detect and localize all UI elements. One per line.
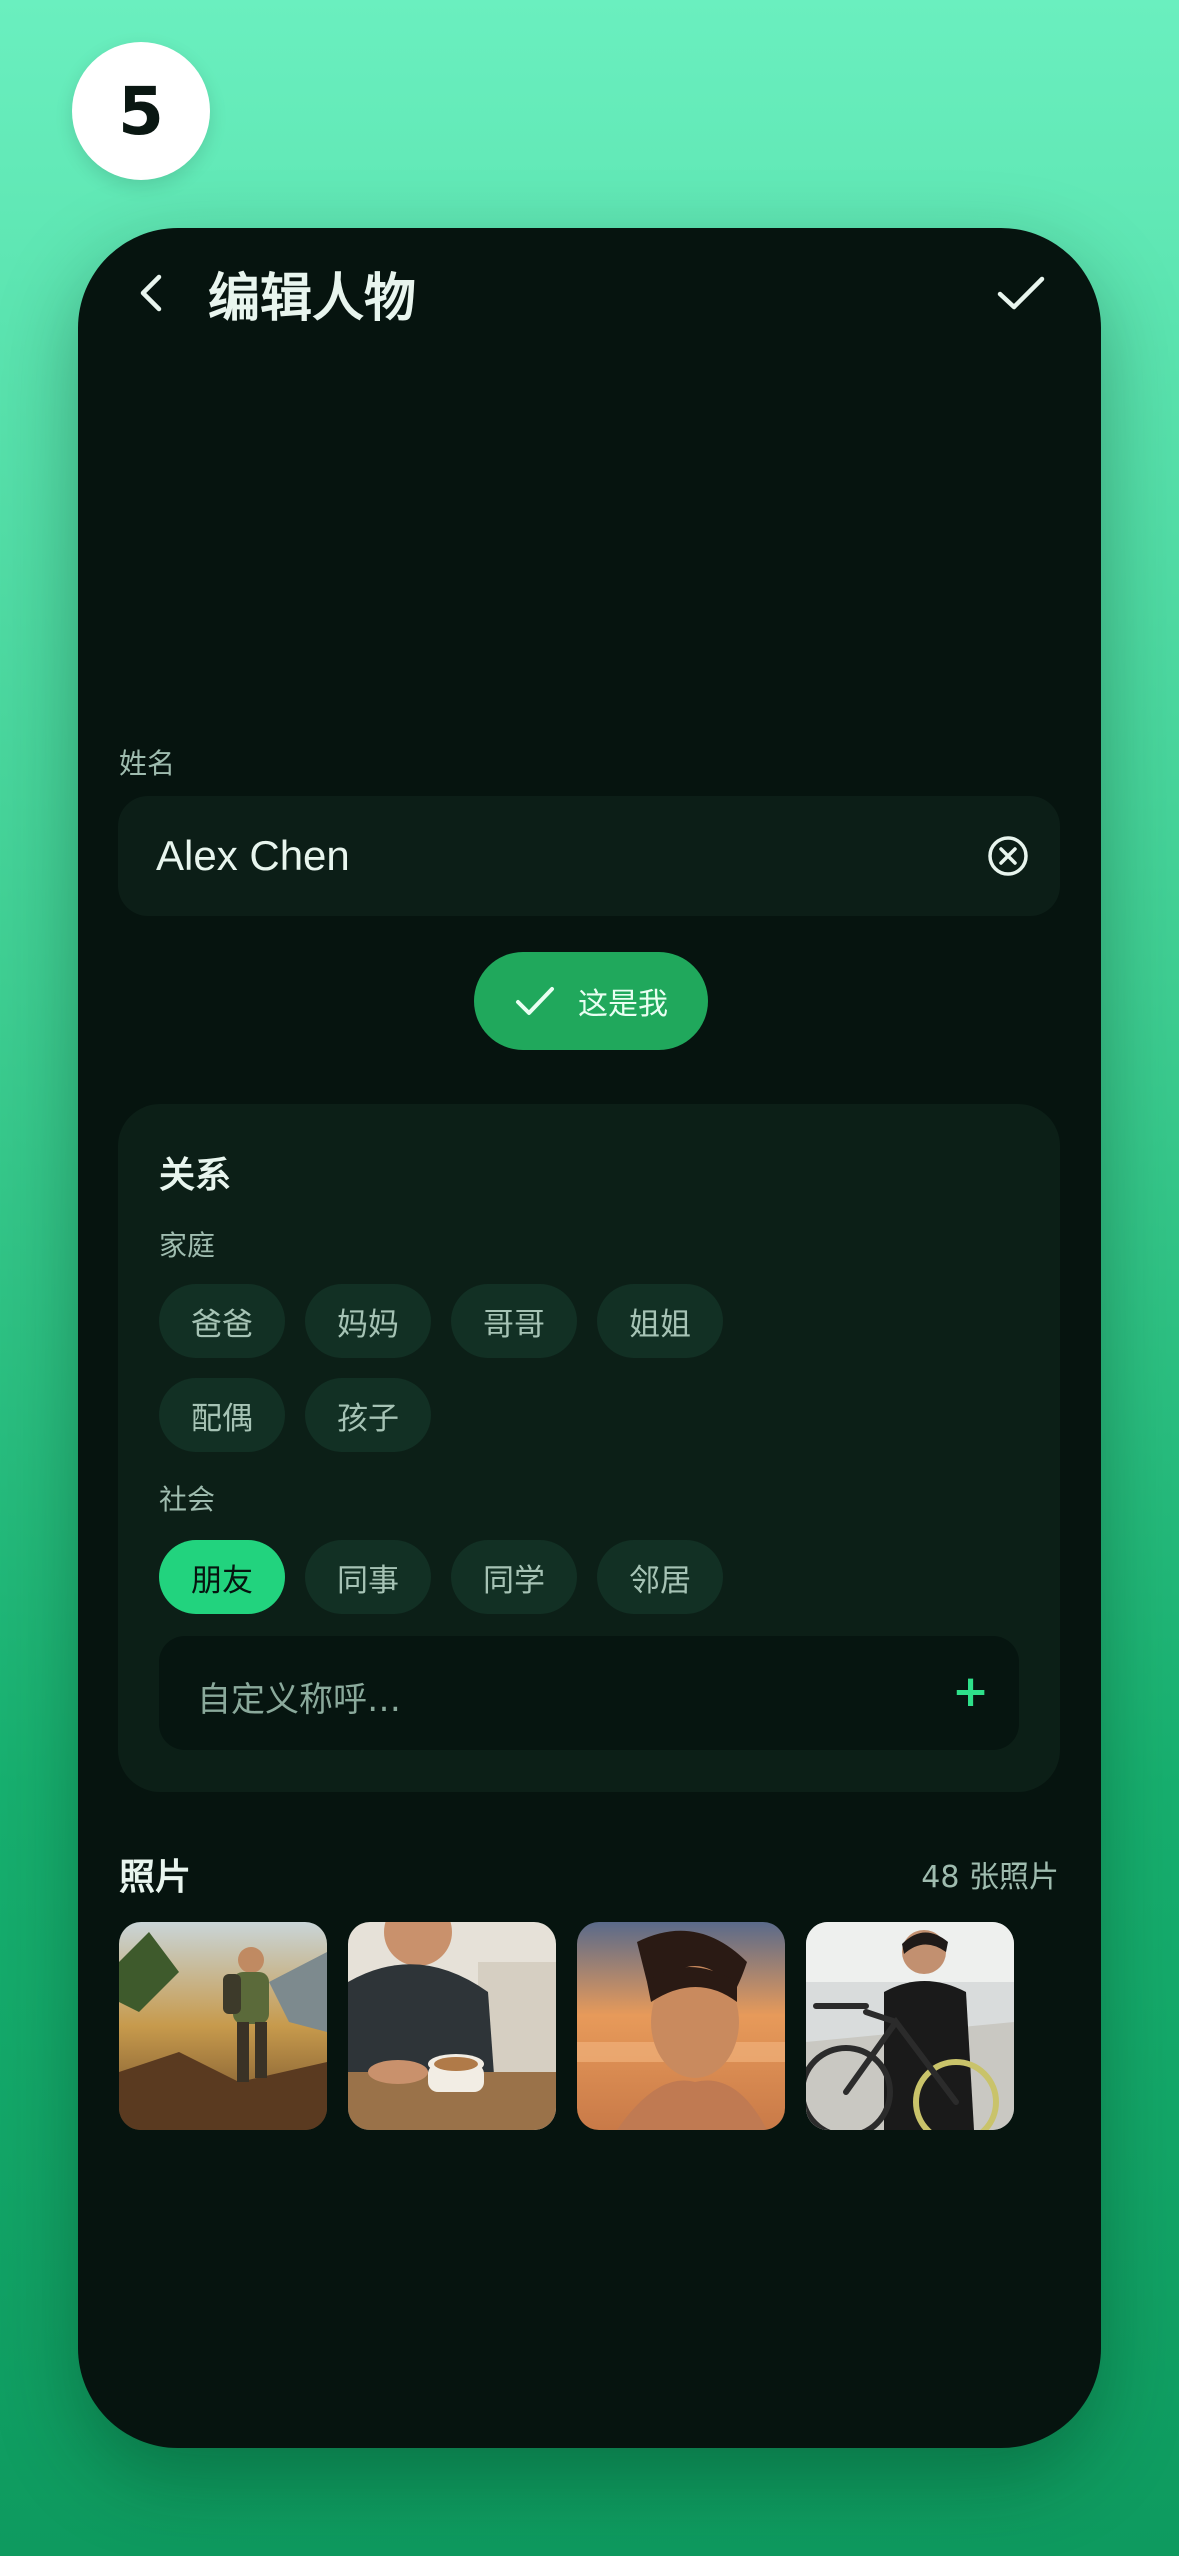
chip-child[interactable]: 孩子 — [305, 1378, 431, 1452]
step-badge: 5 — [72, 42, 210, 180]
phone-screen: 编辑人物 姓名 Alex Chen 这是我 关系 家庭 爸爸 妈妈 哥哥 姐姐 … — [78, 228, 1101, 2448]
chevron-left-icon — [140, 274, 162, 312]
custom-relation-placeholder: 自定义称呼… — [197, 1680, 401, 1720]
custom-relation-input[interactable]: 自定义称呼… + — [159, 1636, 1019, 1750]
chip-colleague[interactable]: 同事 — [305, 1540, 431, 1614]
chip-mom[interactable]: 妈妈 — [305, 1284, 431, 1358]
this-is-me-label: 这是我 — [578, 987, 668, 1022]
photo-coffee[interactable] — [348, 1922, 556, 2130]
chip-neighbor[interactable]: 邻居 — [597, 1540, 723, 1614]
this-is-me-button[interactable]: 这是我 — [474, 952, 708, 1050]
name-value[interactable]: Alex Chen — [156, 832, 350, 880]
social-label: 社会 — [159, 1483, 216, 1516]
name-field[interactable]: Alex Chen — [118, 796, 1060, 916]
photo-bicycle[interactable] — [806, 1922, 1014, 2130]
chip-older-brother[interactable]: 哥哥 — [451, 1284, 577, 1358]
confirm-button[interactable] — [981, 258, 1061, 328]
clear-circle-icon — [988, 836, 1028, 876]
page-title: 编辑人物 — [208, 269, 417, 329]
coffee-photo-image — [348, 1922, 556, 2130]
photos-title: 照片 — [119, 1857, 192, 1898]
name-label: 姓名 — [119, 747, 176, 780]
bicycle-photo-image — [806, 1922, 1014, 2130]
back-button[interactable] — [118, 258, 188, 328]
check-icon — [516, 987, 554, 1015]
beach-sunset-photo-image — [577, 1922, 785, 2130]
chip-older-sister[interactable]: 姐姐 — [597, 1284, 723, 1358]
hiking-photo-image — [119, 1922, 327, 2130]
clear-name-button[interactable] — [986, 834, 1030, 878]
chip-classmate[interactable]: 同学 — [451, 1540, 577, 1614]
relationship-card: 关系 家庭 爸爸 妈妈 哥哥 姐姐 配偶 孩子 社会 朋友 同事 同学 邻居 自… — [118, 1104, 1060, 1792]
chip-friend[interactable]: 朋友 — [159, 1540, 285, 1614]
photos-count[interactable]: 48 张照片 — [921, 1852, 1059, 1896]
relationship-title: 关系 — [159, 1155, 232, 1196]
chip-dad[interactable]: 爸爸 — [159, 1284, 285, 1358]
check-icon — [997, 276, 1045, 310]
chip-spouse[interactable]: 配偶 — [159, 1378, 285, 1452]
photo-beach-sunset[interactable] — [577, 1922, 785, 2130]
add-custom-relation-button[interactable]: + — [952, 1670, 989, 1714]
family-label: 家庭 — [159, 1229, 216, 1262]
photo-hiking[interactable] — [119, 1922, 327, 2130]
app-bar: 编辑人物 — [78, 228, 1101, 358]
